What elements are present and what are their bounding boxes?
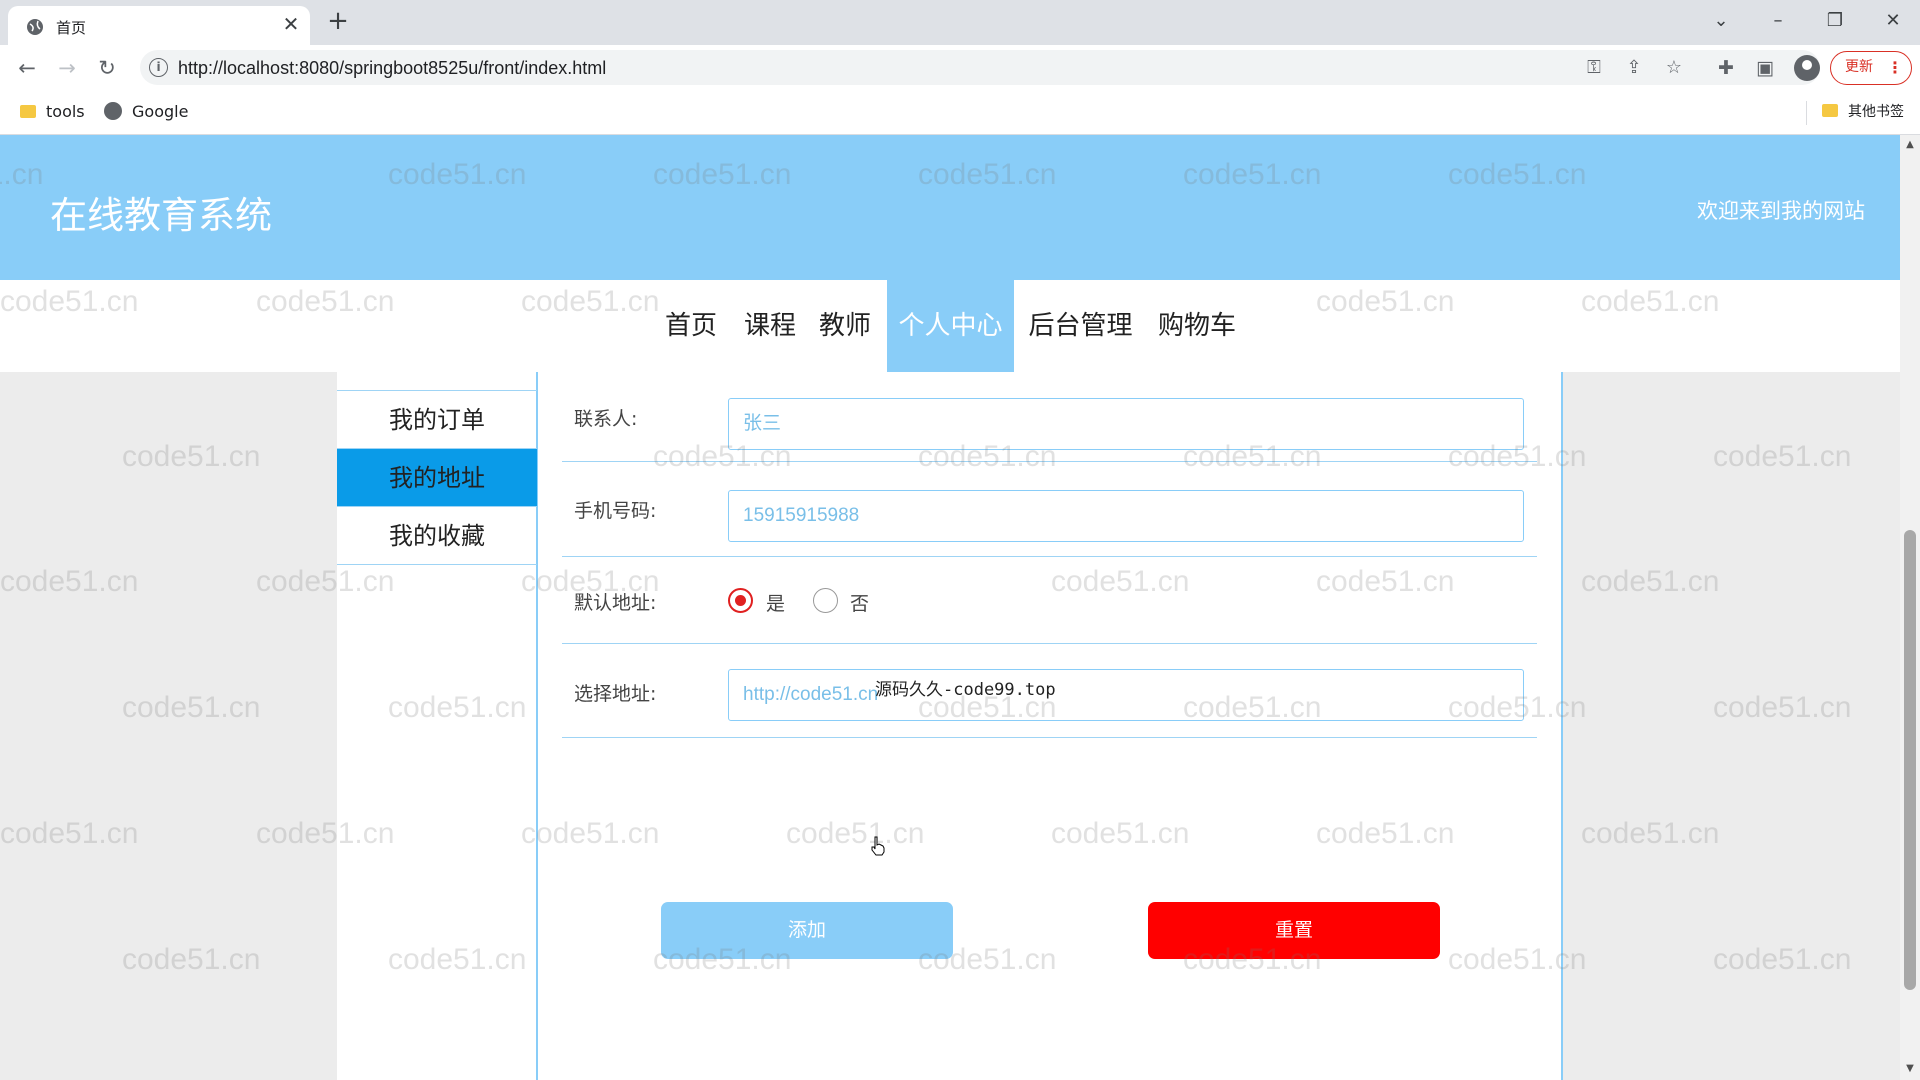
radio-yes[interactable] [728,588,753,613]
nav-cart[interactable]: 购物车 [1152,280,1242,372]
watermark: code51.cn [122,440,261,473]
restore-icon[interactable]: ❐ [1820,8,1850,34]
nav-teachers[interactable]: 教师 [810,280,880,372]
site-header: 在线教育系统 欢迎来到我的网站 [0,135,1900,280]
star-icon[interactable]: ☆ [1662,56,1686,80]
watermark: code51.cn [122,691,261,724]
address-input[interactable]: http://code51.cn [728,669,1524,721]
side-panel-icon[interactable]: ▣ [1752,55,1778,81]
bookmark-tools[interactable]: tools [20,100,85,124]
bookmark-label: Google [132,102,189,121]
site-welcome: 欢迎来到我的网站 [1697,199,1865,223]
new-tab-icon[interactable]: + [325,6,351,36]
other-bookmarks-label: 其他书签 [1848,104,1904,120]
address-bar[interactable]: i http://localhost:8080/springboot8525u/… [140,50,1820,85]
address-label: 选择地址: [574,683,657,705]
sidebar: 我的订单 我的地址 我的收藏 [337,372,538,1080]
forward-icon[interactable]: → [52,53,82,83]
tab-search-chevron-icon[interactable]: ⌄ [1706,8,1736,34]
default-address-label: 默认地址: [574,592,657,614]
url-text: http://localhost:8080/springboot8525u/fr… [178,58,607,78]
menu-dots-icon: ⋮ [1887,58,1903,77]
scroll-down-icon[interactable]: ▼ [1904,1063,1916,1075]
back-icon[interactable]: ← [12,53,42,83]
tab-title: 首页 [56,19,87,37]
main-nav: 首页 课程 教师 个人中心 后台管理 购物车 [0,280,1900,372]
nav-home[interactable]: 首页 [656,280,726,372]
radio-no[interactable] [813,588,838,613]
watermark: code51.cn [1581,565,1720,598]
site-title: 在线教育系统 [50,194,272,237]
contact-label: 联系人: [574,408,638,430]
browser-toolbar: ← → ↻ i http://localhost:8080/springboot… [0,45,1920,90]
form-row-phone: 手机号码: 15915915988 [562,462,1537,557]
update-button[interactable]: 更新 ⋮ [1830,51,1912,85]
key-icon[interactable]: ⚿ [1582,56,1606,80]
content-border [1561,372,1563,1080]
watermark: code51.cn [1713,943,1852,976]
sidebar-item-addresses[interactable]: 我的地址 [337,449,537,507]
reset-button[interactable]: 重置 [1148,902,1440,959]
form-row-default-address: 默认地址: 是 否 [562,557,1537,644]
nav-courses[interactable]: 课程 [735,280,805,372]
close-tab-icon[interactable]: ✕ [280,12,302,36]
page-scrollbar[interactable]: ▲ ▼ [1900,135,1920,1080]
share-icon[interactable]: ⇪ [1622,56,1646,80]
folder-icon [20,105,36,118]
radio-no-label: 否 [850,593,870,615]
watermark: code51.cn [1581,817,1720,850]
reload-icon[interactable]: ↻ [92,53,122,83]
update-label: 更新 [1845,59,1873,75]
watermark: code51.cn [0,565,139,598]
watermark: code51.cn [0,817,139,850]
folder-icon [1822,104,1838,117]
globe-icon [104,102,122,120]
radio-yes-label: 是 [766,593,786,615]
watermark: code51.cn [1713,691,1852,724]
page-viewport: 在线教育系统 欢迎来到我的网站 首页 课程 教师 个人中心 后台管理 购物车 我… [0,135,1900,1080]
add-button[interactable]: 添加 [661,902,953,959]
minimize-icon[interactable]: – [1763,8,1793,34]
close-window-icon[interactable]: ✕ [1878,8,1908,34]
watermark: code51.cn [122,943,261,976]
browser-tabstrip: 首页 ✕ + ⌄ – ❐ ✕ [0,0,1920,45]
nav-admin[interactable]: 后台管理 [1024,280,1137,372]
sidebar-item-favorites[interactable]: 我的收藏 [337,507,537,565]
nav-personal-center[interactable]: 个人中心 [887,280,1014,372]
content-panel: 我的订单 我的地址 我的收藏 联系人: 张三 手机号码: 15915915988… [337,372,1563,1080]
bookmarks-bar: tools Google 其他书签 [0,90,1920,135]
site-info-icon[interactable]: i [149,58,168,77]
scroll-up-icon[interactable]: ▲ [1904,139,1916,151]
watermark: code51.cn [1713,440,1852,473]
form-row-contact: 联系人: 张三 [562,372,1537,462]
hand-cursor-icon [871,836,885,856]
overlay-note: 源码久久-code99.top [875,680,1056,700]
bookmark-label: tools [46,102,85,121]
profile-avatar[interactable] [1794,55,1820,81]
phone-label: 手机号码: [574,500,657,522]
other-bookmarks[interactable]: 其他书签 [1822,100,1904,124]
scroll-thumb[interactable] [1904,530,1916,990]
contact-input[interactable]: 张三 [728,398,1524,450]
bookmarks-divider [1806,101,1807,125]
globe-icon [27,19,43,35]
browser-tab[interactable]: 首页 ✕ [8,6,310,45]
extensions-icon[interactable]: ✚ [1713,55,1739,81]
phone-input[interactable]: 15915915988 [728,490,1524,542]
bookmark-google[interactable]: Google [104,100,188,124]
sidebar-item-orders[interactable]: 我的订单 [337,391,537,449]
